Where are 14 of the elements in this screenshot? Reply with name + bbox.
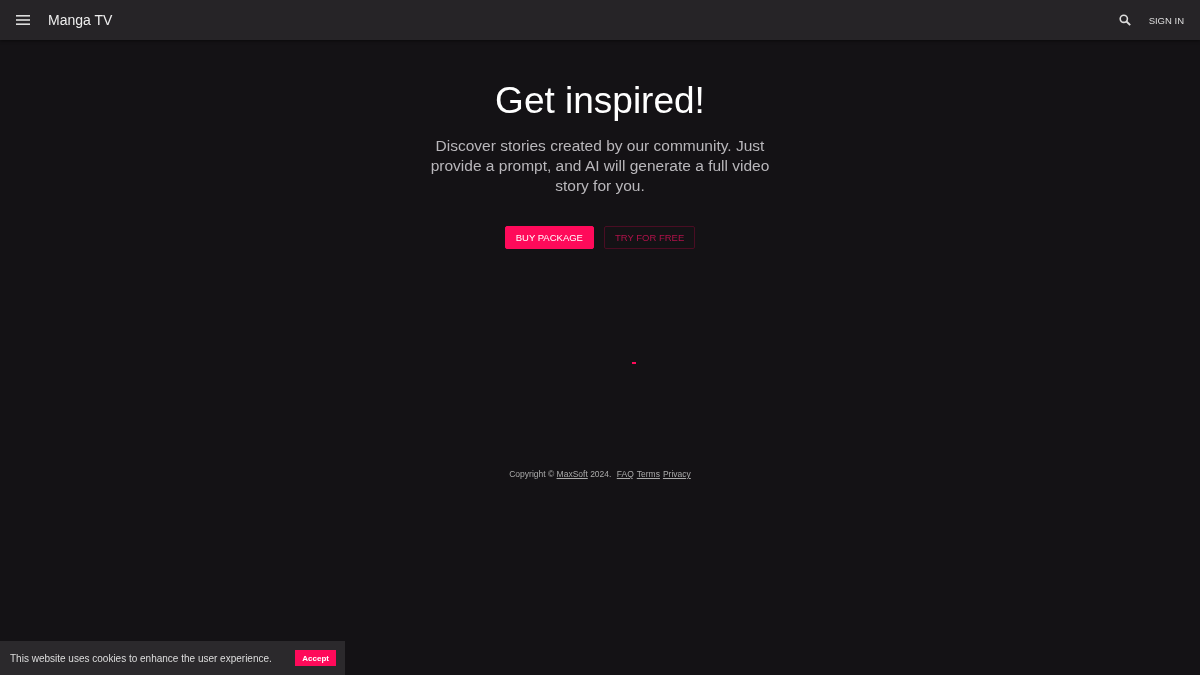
footer-link[interactable]: FAQ <box>616 469 634 479</box>
hero-text: Discover stories created by our community. Just provide a prompt, and AI will generate a full video story for you. <box>430 136 770 196</box>
cookie-text: This website uses cookies to enhance the user experience. <box>10 652 272 664</box>
menu-icon[interactable] <box>16 15 30 25</box>
site-title[interactable]: Manga TV <box>48 12 113 28</box>
search-icon[interactable] <box>1118 14 1131 26</box>
sign-in-button[interactable]: SIGN IN <box>1144 10 1188 30</box>
copyright-text: Copyright © MaxSoft 2024. FAQ Terms Privacy <box>509 469 691 479</box>
buy-button[interactable]: BUY PACKAGE <box>504 226 594 249</box>
footer-link[interactable]: Privacy <box>662 469 691 479</box>
footer-link[interactable]: Terms <box>636 469 660 479</box>
accept-button[interactable]: Accept <box>295 650 336 666</box>
hero-title: Get inspired! <box>495 80 705 122</box>
footer-link[interactable]: MaxSoft <box>556 469 588 479</box>
